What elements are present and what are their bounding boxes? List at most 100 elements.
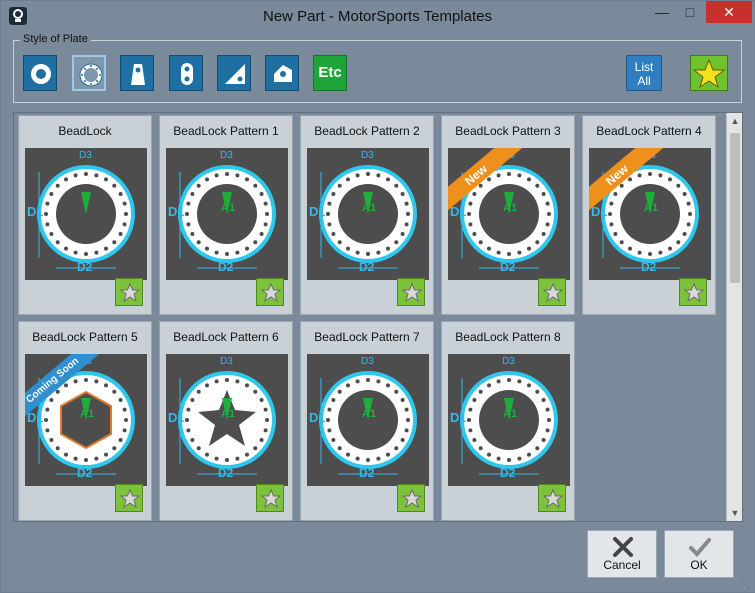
style-ring-button[interactable] <box>23 55 57 91</box>
bracket-icon <box>274 65 292 82</box>
ok-button[interactable]: OK <box>664 530 734 578</box>
style-bracket-button[interactable] <box>265 55 299 91</box>
ok-check-icon <box>689 538 711 557</box>
template-tile[interactable]: BeadLock D1 D2 D3 <box>18 115 152 315</box>
dimension-d3-label: D3 <box>220 150 233 161</box>
template-tile[interactable]: BeadLock Pattern 1 D1 D2 D3 A1 <box>159 115 293 315</box>
dimension-d2-label: D2 <box>77 466 93 480</box>
dimension-d3-label: D3 <box>79 150 92 161</box>
template-favorite-button[interactable] <box>256 278 284 306</box>
template-thumbnail: D1 D2 D3 <box>25 148 147 280</box>
favorites-button[interactable] <box>690 55 728 91</box>
dimension-d2-label: D2 <box>218 466 234 480</box>
template-thumbnail: D1D2D3A1New <box>448 148 570 280</box>
template-tile[interactable]: BeadLock Pattern 2 D1 D2 D3 A1 <box>300 115 434 315</box>
style-beadlock-button[interactable] <box>72 55 106 91</box>
angle-a1-label: A1 <box>362 408 377 420</box>
template-thumbnail: D1 D2 D3 A1 <box>307 354 429 486</box>
template-thumbnail: D1D2D3A1New <box>589 148 711 280</box>
dimension-d2-label: D2 <box>77 260 93 274</box>
template-tile[interactable]: BeadLock Pattern 6 D1 D2 D3 A1 <box>159 321 293 521</box>
scroll-up-arrow[interactable]: ▲ <box>727 113 742 129</box>
title-bar: New Part - MotorSports Templates — □ ✕ <box>1 1 754 33</box>
dimension-d2-label: D2 <box>500 466 516 480</box>
minimize-button[interactable]: — <box>649 1 675 23</box>
template-thumbnail: D1 D2 D3 A1 <box>307 148 429 280</box>
template-gallery: BeadLock D1 D2 D3 BeadLock Pattern 1 D1 D2 D3 A1… <box>13 112 743 522</box>
template-tile[interactable]: BeadLock Pattern 3 D1D2D3A1New <box>441 115 575 315</box>
list-all-line2: All <box>637 74 651 88</box>
maximize-button[interactable]: □ <box>677 1 703 23</box>
new-part-window: New Part - MotorSports Templates — □ ✕ S… <box>0 0 755 593</box>
shoe-plate-icon <box>131 64 145 85</box>
template-favorite-button[interactable] <box>538 484 566 512</box>
cancel-x-icon <box>613 537 633 557</box>
template-favorite-button[interactable] <box>397 278 425 306</box>
angle-a1-label: A1 <box>503 408 518 420</box>
dimension-d3-label: D3 <box>220 356 233 367</box>
style-shoe-button[interactable] <box>120 55 154 91</box>
list-all-line1: List <box>634 60 654 74</box>
star-icon <box>683 282 705 303</box>
template-tile[interactable]: BeadLock Pattern 5 D1D2D3A1Coming Soon <box>18 321 152 521</box>
dimension-d2-label: D2 <box>641 260 657 274</box>
star-icon <box>260 282 282 303</box>
dimension-d1-label: D1 <box>168 204 185 219</box>
star-icon <box>260 488 282 509</box>
scroll-thumb[interactable] <box>730 133 740 283</box>
gallery-scrollbar[interactable]: ▲ ▼ <box>726 113 742 521</box>
template-favorite-button[interactable] <box>397 484 425 512</box>
star-icon <box>401 488 423 509</box>
close-button[interactable]: ✕ <box>706 1 752 23</box>
style-etc-button[interactable]: Etc <box>313 55 347 91</box>
star-icon <box>119 282 141 303</box>
style-of-plate-group: Style of Plate Etc List All <box>13 33 742 103</box>
template-label: BeadLock Pattern 7 <box>314 330 420 344</box>
template-thumbnail: D1 D2 D3 A1 <box>166 148 288 280</box>
template-favorite-button[interactable] <box>256 484 284 512</box>
dimension-d1-label: D1 <box>168 410 185 425</box>
template-thumbnail: D1D2D3A1Coming Soon <box>25 354 147 486</box>
scroll-down-arrow[interactable]: ▼ <box>727 505 742 521</box>
template-tile[interactable]: BeadLock Pattern 7 D1 D2 D3 A1 <box>300 321 434 521</box>
angle-a1-label: A1 <box>503 202 518 214</box>
dimension-d2-label: D2 <box>359 466 375 480</box>
template-label: BeadLock Pattern 8 <box>455 330 561 344</box>
template-favorite-button[interactable] <box>115 278 143 306</box>
template-tile[interactable]: BeadLock Pattern 8 D1 D2 D3 A1 <box>441 321 575 521</box>
angle-a1-label: A1 <box>644 202 659 214</box>
template-label: BeadLock Pattern 1 <box>173 124 279 138</box>
template-label: BeadLock Pattern 4 <box>596 124 702 138</box>
angle-a1-label: A1 <box>221 202 236 214</box>
resize-grip-icon[interactable]: ⋱ <box>741 579 751 589</box>
template-label: BeadLock Pattern 3 <box>455 124 561 138</box>
dimension-d1-label: D1 <box>450 410 467 425</box>
star-icon <box>542 282 564 303</box>
template-label: BeadLock Pattern 6 <box>173 330 279 344</box>
window-title: New Part - MotorSports Templates <box>263 8 492 25</box>
dimension-d3-label: D3 <box>502 356 515 367</box>
dimension-d1-label: D1 <box>309 410 326 425</box>
template-favorite-button[interactable] <box>538 278 566 306</box>
dimension-d3-label: D3 <box>361 356 374 367</box>
template-tile[interactable]: BeadLock Pattern 4 D1D2D3A1New <box>582 115 716 315</box>
style-link-button[interactable] <box>169 55 203 91</box>
star-icon <box>401 282 423 303</box>
style-gusset-button[interactable] <box>217 55 251 91</box>
template-thumbnail: D1 D2 D3 A1 <box>166 354 288 486</box>
ok-label: OK <box>690 558 708 572</box>
template-label: BeadLock <box>58 124 112 138</box>
cancel-label: Cancel <box>603 558 641 572</box>
style-of-plate-label: Style of Plate <box>20 33 91 45</box>
star-icon <box>692 58 726 89</box>
template-favorite-button[interactable] <box>679 278 707 306</box>
dimension-d2-label: D2 <box>500 260 516 274</box>
angle-a1-label: A1 <box>80 408 95 420</box>
list-all-button[interactable]: List All <box>626 55 662 91</box>
beadlock-icon <box>79 63 103 87</box>
cancel-button[interactable]: Cancel <box>587 530 657 578</box>
template-label: BeadLock Pattern 2 <box>314 124 420 138</box>
template-favorite-button[interactable] <box>115 484 143 512</box>
dimension-d2-label: D2 <box>359 260 375 274</box>
link-plate-icon <box>181 63 193 85</box>
